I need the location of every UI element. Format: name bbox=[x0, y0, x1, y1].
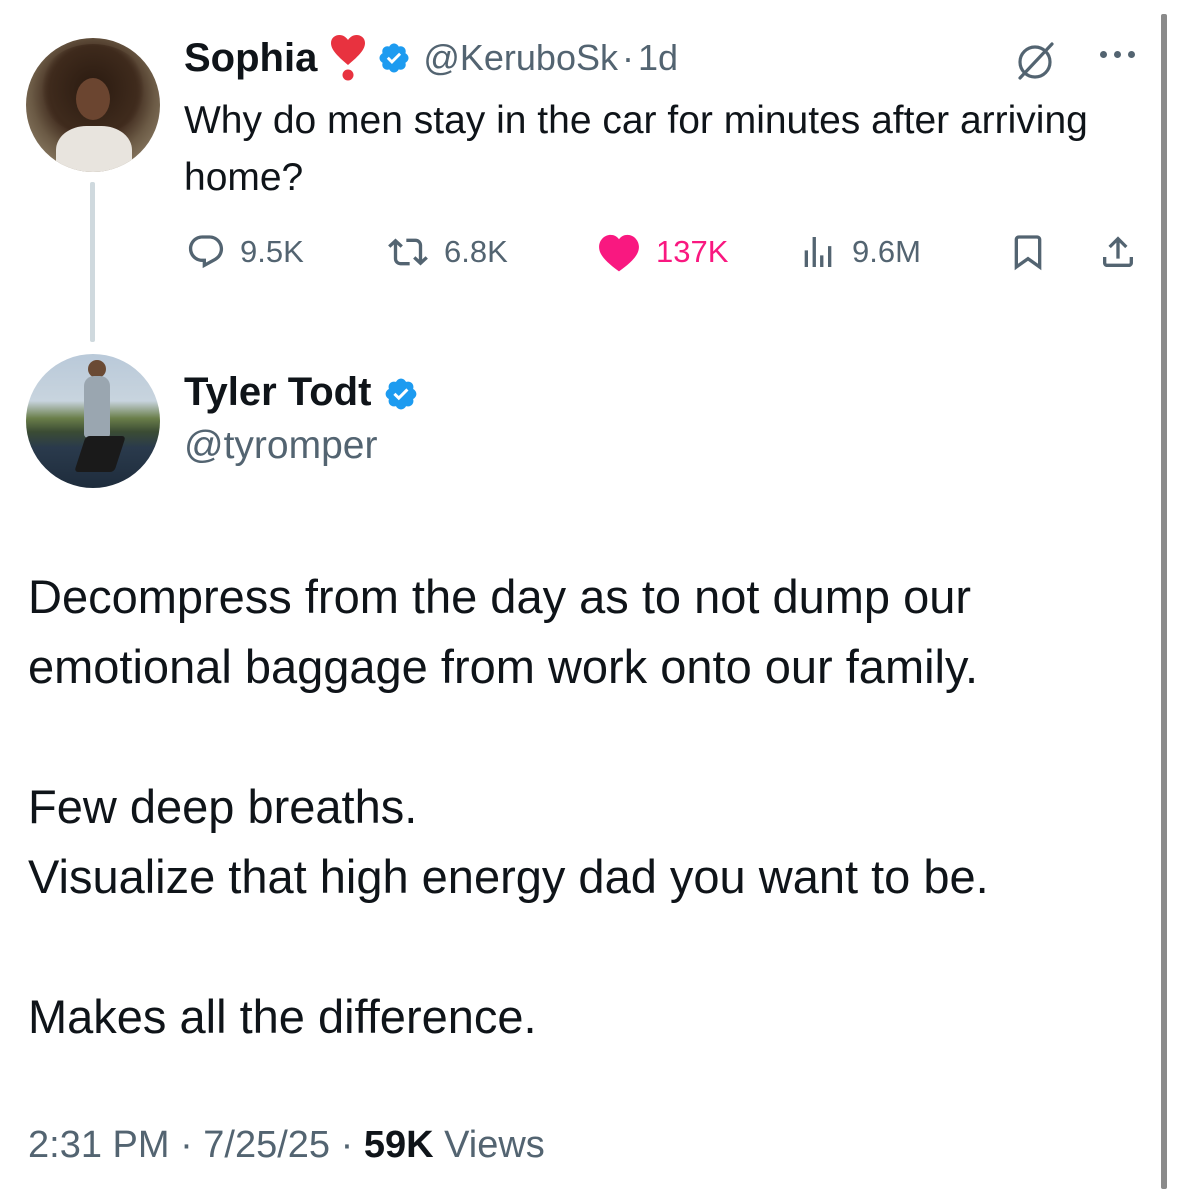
verified-badge-icon[interactable] bbox=[377, 41, 411, 75]
more-options-icon[interactable] bbox=[1100, 44, 1146, 64]
share-button[interactable] bbox=[1098, 222, 1138, 282]
tweet-views-count[interactable]: 59K bbox=[364, 1124, 434, 1166]
reply-line: Visualize that high energy dad you want … bbox=[28, 850, 989, 903]
time-separator: · bbox=[622, 37, 634, 78]
retweet-button[interactable]: 6.8K bbox=[386, 222, 508, 282]
avatar-sophia[interactable] bbox=[26, 38, 160, 172]
analytics-icon bbox=[804, 237, 832, 267]
heart-filled-icon bbox=[599, 234, 639, 272]
tweet-views-label: Views bbox=[433, 1124, 545, 1166]
scrollbar[interactable] bbox=[1161, 14, 1167, 1189]
parent-time[interactable]: 1d bbox=[638, 37, 678, 79]
avatar-face bbox=[76, 78, 110, 120]
share-icon bbox=[1103, 236, 1133, 267]
reply-line: Decompress from the day as to not dump o… bbox=[28, 570, 979, 693]
avatar-tyler[interactable] bbox=[26, 354, 160, 488]
reply-button[interactable]: 9.5K bbox=[186, 222, 304, 282]
more-dot bbox=[1100, 50, 1107, 58]
reply-count: 9.5K bbox=[240, 234, 304, 269]
parent-tweet-actions: 9.5K 6.8K 137K 9.6M bbox=[186, 222, 1146, 282]
heart-exclamation-emoji-icon bbox=[331, 35, 366, 81]
reply-tweet-text: Decompress from the day as to not dump o… bbox=[28, 562, 1138, 1052]
parent-tweet-text: Why do men stay in the car for minutes a… bbox=[184, 99, 1088, 199]
reply-handle[interactable]: @tyromper bbox=[184, 424, 377, 468]
tweet-timestamp[interactable]: 2:31 PM · 7/25/25 · bbox=[28, 1124, 364, 1166]
like-button[interactable]: 137K bbox=[596, 222, 728, 282]
retweet-icon bbox=[388, 238, 428, 266]
reply-icon bbox=[188, 235, 224, 269]
grok-icon[interactable] bbox=[1012, 38, 1058, 84]
bookmark-icon bbox=[1014, 235, 1042, 271]
bookmark-button[interactable] bbox=[1008, 222, 1048, 282]
views-count: 9.6M bbox=[852, 234, 921, 269]
avatar-body bbox=[84, 376, 110, 438]
reply-author-name[interactable]: Tyler Todt bbox=[184, 370, 371, 415]
verified-badge-icon[interactable] bbox=[383, 376, 417, 410]
tweet-metadata: 2:31 PM · 7/25/25 · 59K Views bbox=[28, 1124, 545, 1167]
thread-connector-line bbox=[90, 182, 95, 342]
parent-tweet-header: Sophia @KeruboSk · 1d bbox=[184, 32, 678, 84]
like-count: 137K bbox=[656, 234, 729, 269]
avatar-legs bbox=[74, 436, 126, 472]
more-dot bbox=[1114, 50, 1121, 58]
views-button[interactable]: 9.6M bbox=[798, 222, 921, 282]
reply-line: Makes all the difference. bbox=[28, 990, 537, 1043]
parent-handle[interactable]: @KeruboSk bbox=[423, 37, 618, 79]
parent-author-name[interactable]: Sophia bbox=[184, 36, 317, 81]
reply-line: Few deep breaths. bbox=[28, 780, 418, 833]
avatar-shirt bbox=[56, 126, 132, 172]
more-dot bbox=[1128, 50, 1135, 58]
reply-author-row: Tyler Todt bbox=[184, 370, 417, 415]
retweet-count: 6.8K bbox=[444, 234, 508, 269]
